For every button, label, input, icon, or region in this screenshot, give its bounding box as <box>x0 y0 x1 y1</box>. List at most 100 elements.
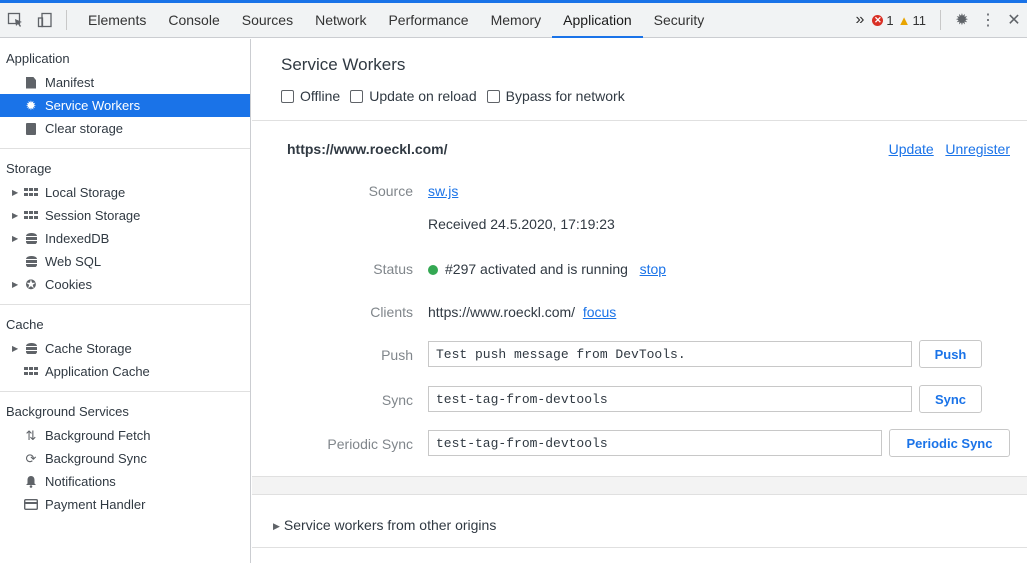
issues-counter[interactable]: ✕ 1 ▲ 11 <box>872 13 926 28</box>
periodic-sync-tag-input[interactable]: test-tag-from-devtools <box>428 430 882 456</box>
sidebar-item-label: Cookies <box>45 277 92 292</box>
sidebar-section-background-services: Background Services ⇅ Background Fetch ⟳… <box>0 392 250 524</box>
database-icon <box>22 255 40 268</box>
tab-network[interactable]: Network <box>304 3 377 38</box>
section-gap <box>252 477 1027 495</box>
checkbox-box[interactable] <box>281 89 294 103</box>
sidebar-item-label: Cache Storage <box>45 341 132 356</box>
sidebar-item-background-sync[interactable]: ⟳ Background Sync <box>0 447 250 470</box>
more-tabs-button[interactable]: » <box>847 11 872 29</box>
service-worker-options: Offline Update on reload Bypass for netw… <box>281 88 635 104</box>
database-icon <box>22 342 40 355</box>
warning-icon: ▲ <box>897 12 911 28</box>
sidebar-item-application-cache[interactable]: Application Cache <box>0 360 250 383</box>
unregister-link[interactable]: Unregister <box>945 141 1010 157</box>
sidebar-item-label: Manifest <box>45 75 95 90</box>
push-button[interactable]: Push <box>919 340 982 368</box>
tab-memory[interactable]: Memory <box>480 3 553 38</box>
sidebar-item-session-storage[interactable]: ▶ Session Storage <box>0 204 250 227</box>
sidebar-item-manifest[interactable]: Manifest <box>0 71 250 94</box>
sidebar-header-storage: Storage <box>6 161 52 176</box>
service-workers-panel: Service Workers Offline Update on reload… <box>252 39 1027 563</box>
tab-elements[interactable]: Elements <box>77 3 157 38</box>
sidebar-header-background-services: Background Services <box>6 404 129 419</box>
tab-performance[interactable]: Performance <box>377 3 479 38</box>
checkbox-box[interactable] <box>350 89 364 103</box>
up-down-arrows-icon: ⇅ <box>25 427 37 443</box>
stop-link[interactable]: stop <box>640 261 666 277</box>
update-link[interactable]: Update <box>889 141 934 157</box>
more-options-icon[interactable]: ⋮ <box>975 3 1001 38</box>
sidebar-item-background-fetch[interactable]: ⇅ Background Fetch <box>0 424 250 447</box>
sync-tag-input[interactable]: test-tag-from-devtools <box>428 386 912 412</box>
sidebar-item-label: Notifications <box>45 474 116 489</box>
sidebar-item-payment-handler[interactable]: Payment Handler <box>0 493 250 516</box>
received-timestamp: Received 24.5.2020, 17:19:23 <box>428 216 615 232</box>
sidebar-item-web-sql[interactable]: Web SQL <box>0 250 250 273</box>
checkbox-label: Bypass for network <box>505 88 625 104</box>
close-icon[interactable]: ✕ <box>1001 3 1027 38</box>
status-value: #297 activated and is running stop <box>428 261 666 277</box>
cookie-icon: ✪ <box>25 276 37 292</box>
table-grid-icon <box>22 187 40 198</box>
service-worker-origin: https://www.roeckl.com/ <box>287 141 448 157</box>
sidebar-item-notifications[interactable]: Notifications <box>0 470 250 493</box>
page-title: Service Workers <box>281 55 406 74</box>
sidebar-item-label: Local Storage <box>45 185 126 200</box>
tab-application[interactable]: Application <box>552 3 643 38</box>
status-running-icon <box>428 265 438 275</box>
clients-url: https://www.roeckl.com/ <box>428 304 576 320</box>
toolbar-separator <box>940 10 941 30</box>
sidebar-item-label: Application Cache <box>45 364 150 379</box>
sidebar-item-cache-storage[interactable]: ▶ Cache Storage <box>0 337 250 360</box>
sidebar-item-label: Background Fetch <box>45 428 151 443</box>
focus-link[interactable]: focus <box>583 304 616 320</box>
source-script-link[interactable]: sw.js <box>428 183 458 199</box>
clients-value: https://www.roeckl.com/ focus <box>428 304 616 320</box>
other-origins-toggle[interactable]: ▶ Service workers from other origins <box>273 517 496 533</box>
application-sidebar: Application Manifest ✹ Service Workers C… <box>0 39 251 563</box>
other-origins-label: Service workers from other origins <box>283 517 497 533</box>
error-icon: ✕ <box>872 14 884 26</box>
divider <box>252 547 1027 548</box>
expand-arrow-icon[interactable]: ▶ <box>12 211 22 220</box>
sidebar-item-indexeddb[interactable]: ▶ IndexedDB <box>0 227 250 250</box>
sidebar-item-service-workers[interactable]: ✹ Service Workers <box>0 94 250 117</box>
status-text: #297 activated and is running <box>445 261 628 277</box>
sidebar-item-label: Clear storage <box>45 121 124 136</box>
expand-arrow-icon[interactable]: ▶ <box>12 188 22 197</box>
update-on-reload-checkbox[interactable]: Update on reload <box>350 88 477 104</box>
source-label: Source <box>368 183 413 199</box>
expand-arrow-icon[interactable]: ▶ <box>12 234 22 243</box>
expand-arrow-icon[interactable]: ▶ <box>12 280 22 289</box>
database-icon <box>22 232 40 245</box>
warning-count: 11 <box>912 12 927 28</box>
checkbox-label: Update on reload <box>369 88 477 104</box>
checkbox-box[interactable] <box>486 89 500 103</box>
sidebar-section-cache: Cache ▶ Cache Storage Application Cache <box>0 305 250 392</box>
tab-security[interactable]: Security <box>643 3 716 38</box>
sidebar-header-application: Application <box>6 51 70 66</box>
tab-sources[interactable]: Sources <box>231 3 304 38</box>
source-value: sw.js <box>428 183 458 199</box>
sidebar-item-cookies[interactable]: ▶ ✪ Cookies <box>0 273 250 296</box>
status-label: Status <box>373 261 413 277</box>
sync-button[interactable]: Sync <box>919 385 982 413</box>
settings-gear-icon[interactable]: ✹ <box>949 3 975 38</box>
periodic-sync-button[interactable]: Periodic Sync <box>889 429 1010 457</box>
push-message-input[interactable]: Test push message from DevTools. <box>428 341 912 367</box>
offline-checkbox[interactable]: Offline <box>281 88 340 104</box>
device-toolbar-icon[interactable] <box>30 3 60 38</box>
sidebar-section-storage: Storage ▶ Local Storage ▶ Session Storag… <box>0 149 250 305</box>
origin-actions: Update Unregister <box>889 141 1010 157</box>
tab-console[interactable]: Console <box>157 3 230 38</box>
expand-arrow-icon[interactable]: ▶ <box>12 344 22 353</box>
sidebar-item-label: Service Workers <box>45 98 141 113</box>
sidebar-item-clear-storage[interactable]: Clear storage <box>0 117 250 140</box>
toolbar-separator <box>66 10 67 30</box>
sidebar-item-local-storage[interactable]: ▶ Local Storage <box>0 181 250 204</box>
bypass-for-network-checkbox[interactable]: Bypass for network <box>486 88 625 104</box>
sync-icon: ⟳ <box>25 450 37 466</box>
inspect-element-icon[interactable] <box>0 3 30 38</box>
credit-card-icon <box>22 499 40 510</box>
